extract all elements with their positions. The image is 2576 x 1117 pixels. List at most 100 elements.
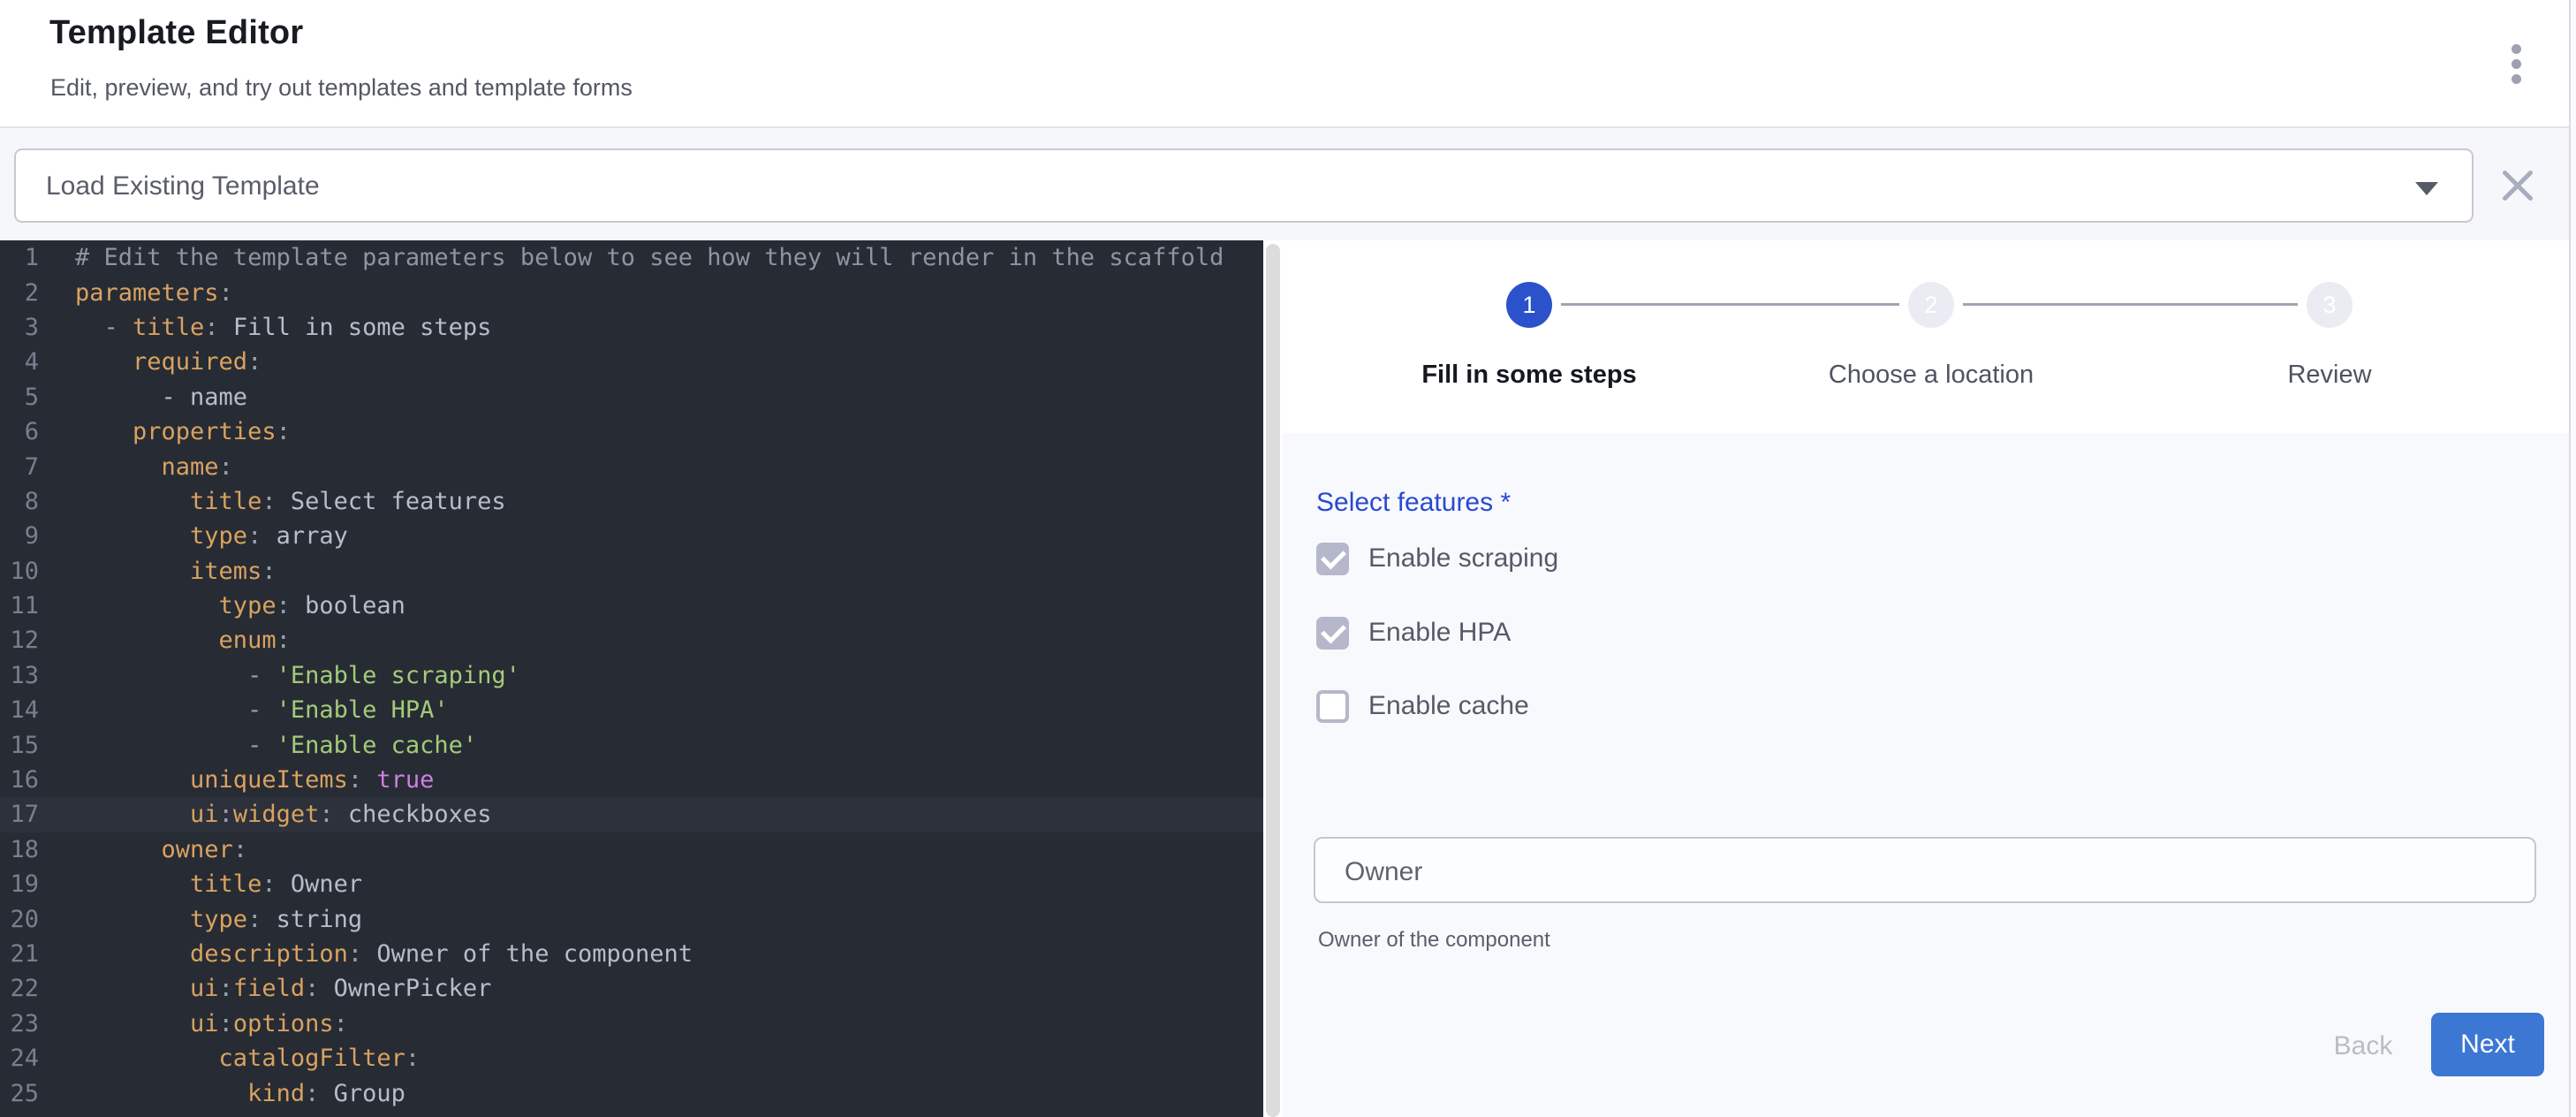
line-number: 11: [0, 592, 39, 619]
page-scrollbar[interactable]: [2569, 0, 2576, 1117]
code-text: title: Owner: [39, 870, 362, 898]
code-text: ui:widget: checkboxes: [39, 801, 491, 828]
code-line: 7 name:: [0, 449, 1263, 483]
owner-input[interactable]: Owner: [1314, 837, 2536, 903]
code-line: 1# Edit the template parameters below to…: [0, 240, 1263, 275]
line-number: 20: [0, 906, 39, 933]
select-features-label: Select features *: [1316, 488, 1511, 518]
line-number: 7: [0, 453, 39, 481]
checkbox-label: Enable scraping: [1368, 543, 1558, 574]
line-number: 18: [0, 836, 39, 863]
code-text: - name: [39, 384, 247, 411]
line-number: 5: [0, 384, 39, 411]
line-number: 6: [0, 418, 39, 445]
feature-checkbox-row[interactable]: Enable scraping: [1316, 539, 1558, 578]
caret-down-icon: [2415, 182, 2438, 195]
code-line: 19 title: Owner: [0, 867, 1263, 901]
code-line: 5 - name: [0, 380, 1263, 414]
owner-placeholder: Owner: [1345, 857, 1422, 887]
checkbox-unchecked-icon[interactable]: [1316, 690, 1349, 723]
back-button[interactable]: Back: [2315, 1020, 2412, 1073]
line-number: 12: [0, 627, 39, 654]
line-number: 16: [0, 766, 39, 794]
checkbox-checked-icon[interactable]: [1316, 617, 1349, 650]
code-line: 18 owner:: [0, 832, 1263, 867]
code-text: type: boolean: [39, 592, 405, 619]
line-number: 2: [0, 279, 39, 307]
line-number: 3: [0, 314, 39, 341]
checkbox-label: Enable cache: [1368, 691, 1529, 721]
header: Template Editor Edit, preview, and try o…: [0, 0, 2576, 128]
code-text: properties:: [39, 418, 291, 445]
step-label: Review: [2287, 361, 2371, 390]
next-button[interactable]: Next: [2431, 1013, 2544, 1076]
code-text: enum:: [39, 627, 291, 654]
feature-checkbox-row[interactable]: Enable HPA: [1316, 613, 1511, 652]
code-line: 15 - 'Enable cache': [0, 727, 1263, 762]
code-text: uniqueItems: true: [39, 766, 434, 794]
code-line: 22 ui:field: OwnerPicker: [0, 971, 1263, 1006]
form-background: [1283, 433, 2569, 1117]
required-asterisk: *: [1500, 488, 1511, 517]
code-line: 2parameters:: [0, 275, 1263, 309]
editor-scrollbar-thumb[interactable]: [1266, 244, 1280, 1117]
yaml-editor[interactable]: 1# Edit the template parameters below to…: [0, 240, 1263, 1117]
line-number: 8: [0, 488, 39, 515]
code-line: 24 catalogFilter:: [0, 1041, 1263, 1075]
line-number: 15: [0, 732, 39, 759]
checkbox-label: Enable HPA: [1368, 618, 1511, 648]
code-text: name:: [39, 453, 233, 481]
page-title: Template Editor: [49, 14, 303, 52]
code-line: 8 title: Select features: [0, 484, 1263, 519]
code-line: 4 required:: [0, 345, 1263, 379]
code-line: 23 ui:options:: [0, 1007, 1263, 1041]
code-text: type: array: [39, 522, 348, 550]
code-text: kind: Group: [39, 1080, 405, 1107]
stepper-connector: [1561, 303, 1899, 306]
code-text: items:: [39, 558, 277, 585]
load-template-select[interactable]: Load Existing Template: [14, 148, 2474, 223]
code-line: 3 - title: Fill in some steps: [0, 310, 1263, 345]
line-number: 10: [0, 558, 39, 585]
close-icon[interactable]: [2498, 166, 2537, 205]
line-number: 25: [0, 1080, 39, 1107]
code-line: 14 - 'Enable HPA': [0, 693, 1263, 727]
step-circle: 2: [1908, 282, 1954, 328]
line-number: 17: [0, 801, 39, 828]
step-label: Fill in some steps: [1421, 361, 1636, 390]
code-line: 25 kind: Group: [0, 1075, 1263, 1110]
step-label: Choose a location: [1829, 361, 2034, 390]
line-number: 13: [0, 662, 39, 689]
code-text: # Edit the template parameters below to …: [39, 244, 1224, 271]
code-line: 11 type: boolean: [0, 589, 1263, 623]
page-subtitle: Edit, preview, and try out templates and…: [50, 74, 633, 102]
feature-checkbox-row[interactable]: Enable cache: [1316, 687, 1529, 726]
owner-helper-text: Owner of the component: [1318, 928, 1550, 953]
step-circle: 3: [2307, 282, 2352, 328]
code-line: 12 enum:: [0, 623, 1263, 657]
line-number: 19: [0, 870, 39, 898]
code-text: type: string: [39, 906, 362, 933]
code-text: catalogFilter:: [39, 1045, 420, 1072]
kebab-menu-icon[interactable]: [2495, 34, 2537, 94]
code-line: 17 ui:widget: checkboxes: [0, 797, 1263, 832]
code-line: 9 type: array: [0, 519, 1263, 553]
line-number: 14: [0, 696, 39, 724]
editor-scrollbar-track: [1263, 240, 1283, 1117]
code-text: - 'Enable cache': [39, 732, 477, 759]
code-text: - 'Enable scraping': [39, 662, 520, 689]
code-text: title: Select features: [39, 488, 506, 515]
line-number: 24: [0, 1045, 39, 1072]
code-text: description: Owner of the component: [39, 940, 693, 968]
load-template-placeholder: Load Existing Template: [46, 171, 320, 201]
template-preview-pane: 1Fill in some steps2Choose a location3Re…: [1283, 240, 2569, 1117]
line-number: 23: [0, 1010, 39, 1037]
stepper-connector: [1963, 303, 2298, 306]
code-line: 6 properties:: [0, 414, 1263, 449]
line-number: 9: [0, 522, 39, 550]
code-text: - 'Enable HPA': [39, 696, 449, 724]
code-text: required:: [39, 348, 261, 376]
line-number: 21: [0, 940, 39, 968]
code-text: ui:field: OwnerPicker: [39, 975, 491, 1002]
checkbox-checked-icon[interactable]: [1316, 543, 1349, 575]
